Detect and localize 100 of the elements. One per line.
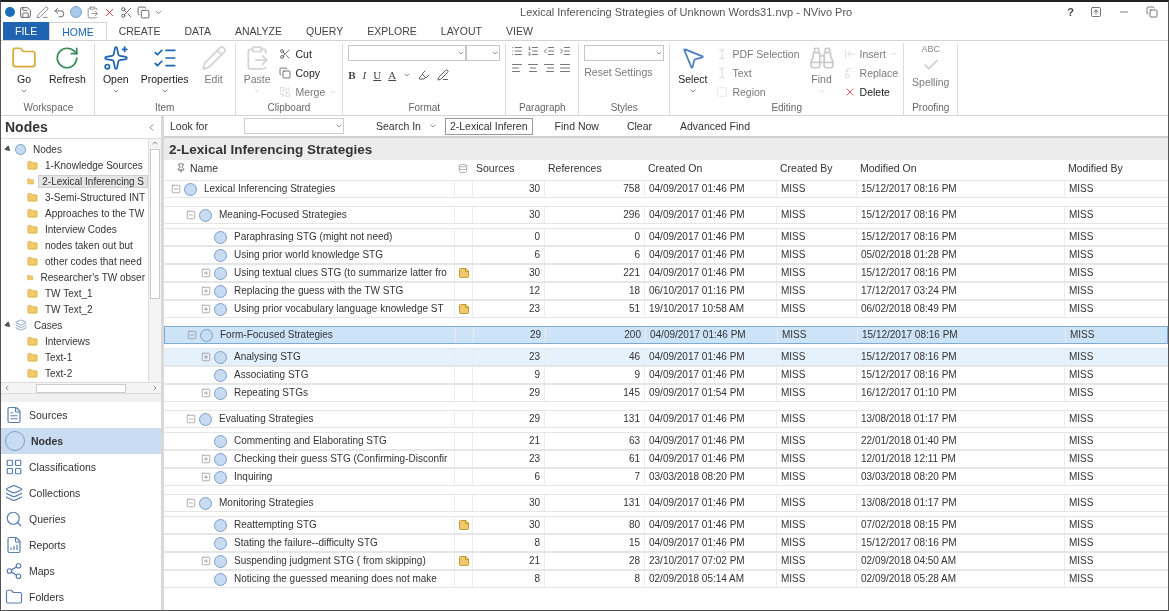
ribbon-tab[interactable]: EXPLORE <box>355 22 429 40</box>
collapse-icon[interactable] <box>170 184 181 194</box>
table-row[interactable]: Form-Focused Strategies 29 200 04/09/2017 01:46 PM MISS 15/12/2017 08:16 PM MISS <box>164 326 1168 344</box>
style-dropdown[interactable] <box>584 45 665 61</box>
ribbon-button[interactable]: Properties <box>137 43 192 97</box>
column-header[interactable]: Modified By <box>1064 162 1168 174</box>
tree-item[interactable]: Text-1 <box>42 351 76 363</box>
ribbon-toggle-icon[interactable] <box>1090 6 1102 18</box>
ribbon-tab[interactable]: DATA <box>172 22 223 40</box>
column-header[interactable]: Sources <box>472 162 544 174</box>
find-now-button[interactable]: Find Now <box>554 120 599 132</box>
column-header[interactable]: References <box>544 162 644 174</box>
align-center-icon[interactable] <box>527 62 540 74</box>
nav-button[interactable]: Nodes <box>1 428 161 454</box>
splitter-handle[interactable] <box>1 394 161 402</box>
scrollbar[interactable] <box>148 139 161 383</box>
ribbon-tab[interactable]: QUERY <box>294 22 356 40</box>
ribbon-tab[interactable]: LAYOUT <box>428 22 495 40</box>
table-row[interactable]: Analysing STG 23 46 04/09/2017 01:46 PM MISS 15/12/2017 08:16 PM MISS <box>164 348 1168 366</box>
look-for-field[interactable] <box>243 118 344 134</box>
expand-icon[interactable] <box>200 304 211 314</box>
column-header[interactable]: Created By <box>776 162 856 174</box>
table-row[interactable]: Checking their guess STG (Confirming-Disconfir 23 61 04/09/2017 01:46 PM MISS 12/01/2018 12:11 PM MISS <box>164 450 1168 468</box>
align-left-icon[interactable] <box>511 62 524 74</box>
outdent-icon[interactable] <box>543 45 556 57</box>
table-row[interactable]: Using prior vocabulary language knowledge ST 23 51 19/10/2017 10:58 AM MISS 06/02/2018 08:49 PM MISS <box>164 300 1168 318</box>
font-dropdown[interactable] <box>348 45 467 61</box>
column-header[interactable]: Name <box>190 162 218 174</box>
format-button[interactable]: U <box>373 69 382 81</box>
collapse-icon[interactable] <box>185 210 196 220</box>
tree-item[interactable]: Nodes <box>30 143 65 155</box>
expand-icon[interactable] <box>200 352 211 362</box>
format-button[interactable]: A <box>388 69 397 81</box>
tree-item[interactable]: TW Text_2 <box>42 303 96 315</box>
expand-icon[interactable] <box>200 388 211 398</box>
ribbon-button[interactable]: Select <box>675 43 711 97</box>
table-row[interactable]: Repeating STGs 29 145 09/09/2017 01:54 PM MISS 16/12/2017 01:10 PM MISS <box>164 384 1168 402</box>
bullet-list-icon[interactable] <box>511 45 524 57</box>
table-row[interactable]: Noticing the guessed meaning does not make 8 8 02/09/2018 05:14 AM MISS 02/09/2018 05:28 AM MISS <box>164 570 1168 588</box>
column-header[interactable]: Created On <box>644 162 776 174</box>
ribbon-button[interactable]: Copy <box>279 64 338 81</box>
tree-item[interactable]: Researcher's TW obser <box>37 271 148 283</box>
table-row[interactable]: Associating STG 9 9 04/09/2017 01:46 PM MISS 15/12/2017 08:16 PM MISS <box>164 366 1168 384</box>
tree-item[interactable]: Text-2 <box>42 367 76 379</box>
ribbon-button[interactable]: Delete <box>843 83 899 100</box>
indent-icon[interactable] <box>559 45 572 57</box>
collapse-icon[interactable] <box>186 330 197 340</box>
tree-item[interactable]: TW Text_1 <box>42 287 96 299</box>
table-row[interactable]: Suspending judgment STG ( from skipping) 21 28 23/10/2017 07:02 PM MISS 02/09/2018 04:50 AM MISS <box>164 552 1168 570</box>
size-dropdown[interactable] <box>466 45 501 61</box>
table-row[interactable]: Evaluating Strategies 29 131 04/09/2017 01:46 PM MISS 13/08/2018 01:17 PM MISS <box>164 410 1168 428</box>
format-button[interactable]: B <box>348 69 356 81</box>
justify-icon[interactable] <box>559 62 572 74</box>
ribbon-button[interactable]: Go <box>8 43 40 97</box>
tree-item[interactable]: Approaches to the TW <box>42 207 148 219</box>
tree-item[interactable]: Interview Codes <box>42 223 120 235</box>
table-row[interactable]: Commenting and Elaborating STG 21 63 04/09/2017 01:46 PM MISS 22/01/2018 01:40 PM MISS <box>164 432 1168 450</box>
format-button[interactable]: I <box>362 69 367 81</box>
table-row[interactable]: Reattempting STG 30 80 04/09/2017 01:46 PM MISS 07/02/2018 08:15 PM MISS <box>164 516 1168 534</box>
expand-icon[interactable] <box>200 454 211 464</box>
ribbon-tab[interactable]: CREATE <box>106 22 173 40</box>
caret-icon[interactable] <box>428 122 437 130</box>
tree-item[interactable]: 2-Lexical Inferencing S <box>38 174 148 188</box>
tree-item[interactable]: Cases <box>31 319 66 331</box>
tree-item[interactable]: other codes that need <box>42 255 145 267</box>
tree-item[interactable]: 3-Semi-Structured INT <box>41 191 148 203</box>
restore-icon[interactable] <box>1146 6 1158 18</box>
help-button[interactable]: ? <box>1067 6 1074 18</box>
tree-item[interactable]: Interviews <box>42 335 93 347</box>
ribbon-button[interactable]: Refresh <box>46 43 89 87</box>
tree-item[interactable]: nodes taken out but <box>42 239 136 251</box>
ribbon-tab[interactable]: ANALYZE <box>222 22 295 40</box>
expand-icon[interactable] <box>200 472 211 482</box>
table-row[interactable]: Stating the failure--difficulty STG 8 15 04/09/2017 01:46 PM MISS 15/12/2017 08:16 PM MISS <box>164 534 1168 552</box>
advanced-find-button[interactable]: Advanced Find <box>680 120 751 132</box>
expand-icon[interactable] <box>200 556 211 566</box>
numbered-list-icon[interactable] <box>527 45 540 57</box>
scrollbar[interactable] <box>1 382 161 395</box>
clear-button[interactable]: Clear <box>626 120 652 132</box>
table-row[interactable]: Replacing the guess with the TW STG 12 18 06/10/2017 01:16 PM MISS 17/12/2017 03:24 PM MISS <box>164 282 1168 300</box>
node-icon[interactable] <box>70 6 82 18</box>
ribbon-tab[interactable]: HOME <box>49 22 107 40</box>
expand-icon[interactable] <box>200 286 211 296</box>
table-row[interactable]: Using textual clues STG (to summarize latter fro 30 221 04/09/2017 01:46 PM MISS 15/12/2017 08:16 PM MISS <box>164 264 1168 282</box>
ribbon-button[interactable]: Open <box>99 43 132 97</box>
align-right-icon[interactable] <box>543 62 556 74</box>
table-row[interactable]: Monitoring Strategies 30 131 04/09/2017 01:46 PM MISS 13/08/2018 01:17 PM MISS <box>164 494 1168 512</box>
tree-item[interactable]: 1-Knowledge Sources <box>42 159 146 171</box>
table-row[interactable]: Meaning-Focused Strategies 30 296 04/09/2017 01:46 PM MISS 15/12/2017 08:16 PM MISS <box>164 206 1168 224</box>
expand-icon[interactable] <box>200 268 211 278</box>
ribbon-tab[interactable]: FILE <box>3 22 50 40</box>
collapse-icon[interactable] <box>185 414 196 424</box>
collapse-icon[interactable] <box>185 498 196 508</box>
search-in-field[interactable]: 2-Lexical Inferen <box>444 117 533 135</box>
table-row[interactable]: Using prior world knowledge STG 6 6 04/09/2017 01:46 PM MISS 05/02/2018 01:28 PM MISS <box>164 246 1168 264</box>
app-logo[interactable] <box>5 7 15 17</box>
column-header[interactable]: Modified On <box>856 162 1064 174</box>
table-row[interactable]: Paraphrasing STG (might not need) 0 0 04/09/2017 01:46 PM MISS 15/12/2017 08:16 PM MISS <box>164 228 1168 246</box>
table-row[interactable]: Lexical Inferencing Strategies 30 758 04/09/2017 01:46 PM MISS 15/12/2017 08:16 PM MISS <box>164 180 1168 198</box>
table-row[interactable]: Inquiring 6 7 03/03/2018 08:20 PM MISS 03/03/2018 08:20 PM MISS <box>164 468 1168 486</box>
